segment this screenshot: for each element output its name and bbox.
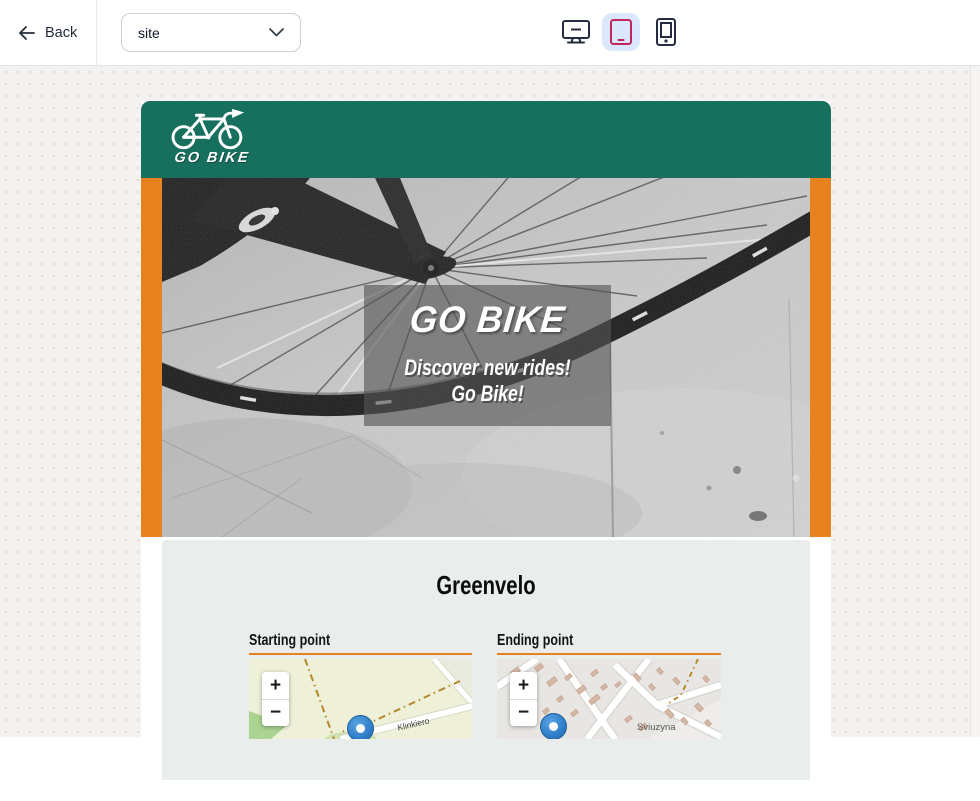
viewport-select-value: site: [138, 25, 160, 41]
zoom-out-button[interactable]: −: [510, 699, 537, 726]
back-label: Back: [45, 25, 77, 41]
hero-title: GO BIKE: [368, 299, 607, 341]
top-toolbar: Back site: [0, 0, 980, 66]
desktop-preview-button[interactable]: [557, 13, 595, 51]
zoom-in-button[interactable]: +: [262, 672, 289, 699]
hero-tagline-line2: Go Bike!: [389, 381, 587, 407]
preview-area: GO BIKE: [0, 66, 980, 737]
end-map-zoom-control: + −: [510, 672, 537, 726]
chevron-down-icon: [269, 28, 284, 37]
ending-point-header: Ending point: [497, 632, 721, 655]
site-preview-card: GO BIKE: [141, 101, 831, 801]
site-header: GO BIKE: [141, 101, 831, 178]
ending-point-map[interactable]: Sviuzyna + −: [497, 659, 721, 739]
viewport-select-dropdown[interactable]: site: [121, 13, 301, 52]
mobile-preview-button[interactable]: [647, 13, 685, 51]
tablet-icon: [609, 18, 633, 46]
place-label: Sviuzyna: [637, 722, 676, 733]
ending-point-label: Ending point: [497, 632, 573, 650]
back-button[interactable]: Back: [18, 0, 77, 65]
device-switcher: [557, 13, 685, 51]
starting-point-column: Starting point Klink: [249, 632, 472, 739]
preview-scrollbar[interactable]: [970, 66, 980, 737]
hero-tagline-line1: Discover new rides!: [389, 355, 587, 381]
zoom-in-button[interactable]: +: [510, 672, 537, 699]
ending-point-column: Ending point: [497, 632, 721, 739]
start-map-marker[interactable]: [347, 715, 374, 739]
toolbar-divider: [96, 0, 97, 65]
route-section: Greenvelo Starting point: [162, 540, 810, 780]
mobile-icon: [655, 17, 677, 47]
starting-point-label: Starting point: [249, 632, 330, 650]
zoom-out-button[interactable]: −: [262, 699, 289, 726]
starting-point-header: Starting point: [249, 632, 472, 655]
back-arrow-icon: [18, 25, 35, 41]
brand-wordmark: GO BIKE: [161, 150, 263, 166]
desktop-icon: [561, 19, 591, 45]
section-heading: Greenvelo: [233, 570, 738, 601]
hero-section: GO BIKE Discover new rides! Go Bike!: [141, 178, 831, 537]
end-map-marker[interactable]: [540, 713, 567, 739]
hero-overlay: GO BIKE Discover new rides! Go Bike!: [364, 285, 611, 426]
start-map-zoom-control: + −: [262, 672, 289, 726]
hero-image: GO BIKE Discover new rides! Go Bike!: [162, 178, 810, 537]
go-bike-logo-icon: [166, 107, 258, 151]
tablet-preview-button[interactable]: [602, 13, 640, 51]
starting-point-map[interactable]: Klinkiero + −: [249, 659, 472, 739]
hero-tagline: Discover new rides! Go Bike!: [389, 355, 587, 407]
